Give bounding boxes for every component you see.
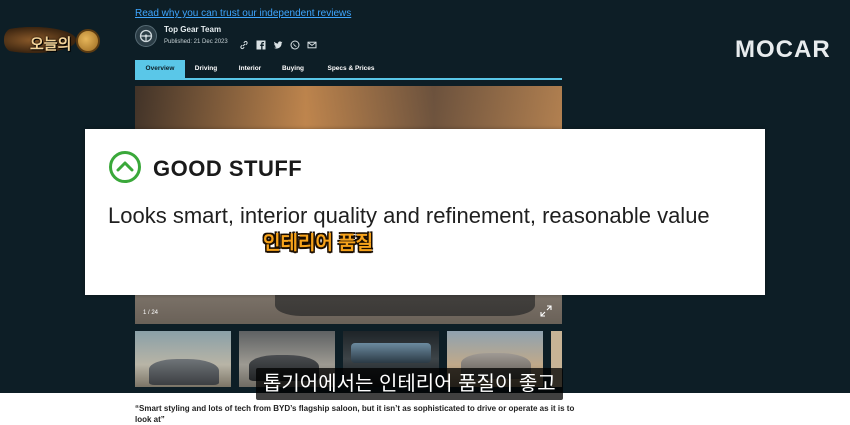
tab-driving[interactable]: Driving [189,60,223,78]
callout-heading: GOOD STUFF [153,156,303,181]
article-quote: “Smart styling and lots of tech from BYD… [135,404,575,424]
whatsapp-icon[interactable] [290,37,300,50]
gallery-thumbnail[interactable] [135,331,231,387]
share-icons [239,37,317,50]
facebook-icon[interactable] [256,37,266,50]
trust-reviews-link[interactable]: Read why you can trust our independent r… [135,8,351,19]
gallery-counter: 1 / 24 [143,310,159,316]
section-tabs: Overview Driving Interior Buying Specs &… [135,60,562,80]
callout-body: Looks smart, interior quality and refine… [108,203,710,228]
good-stuff-callout: GOOD STUFF Looks smart, interior quality… [85,129,765,295]
twitter-icon[interactable] [273,37,283,49]
tab-overview[interactable]: Overview [135,60,185,78]
video-subtitle: 톱기어에서는 인테리어 품질이 좋고 [256,368,563,400]
tab-interior[interactable]: Interior [233,60,267,78]
tab-specs-prices[interactable]: Specs & Prices [319,60,383,78]
channel-logo-coin [76,29,100,53]
channel-logo: 오늘의 [4,23,104,59]
author-name[interactable]: Top Gear Team [164,25,221,34]
channel-logo-text: 오늘의 [30,36,72,53]
email-icon[interactable] [307,37,317,49]
author-row: Top Gear Team Published: 21 Dec 2023 [135,25,562,53]
steering-wheel-icon [135,25,157,47]
mocar-logo: MOCAR [735,36,831,63]
expand-icon[interactable] [540,304,552,317]
korean-caption-overlay: 인테리어 품질 [263,233,374,254]
check-circle-icon [108,150,142,184]
publish-date: Published: 21 Dec 2023 [164,39,228,45]
link-icon[interactable] [239,37,249,50]
tab-buying[interactable]: Buying [276,60,310,78]
